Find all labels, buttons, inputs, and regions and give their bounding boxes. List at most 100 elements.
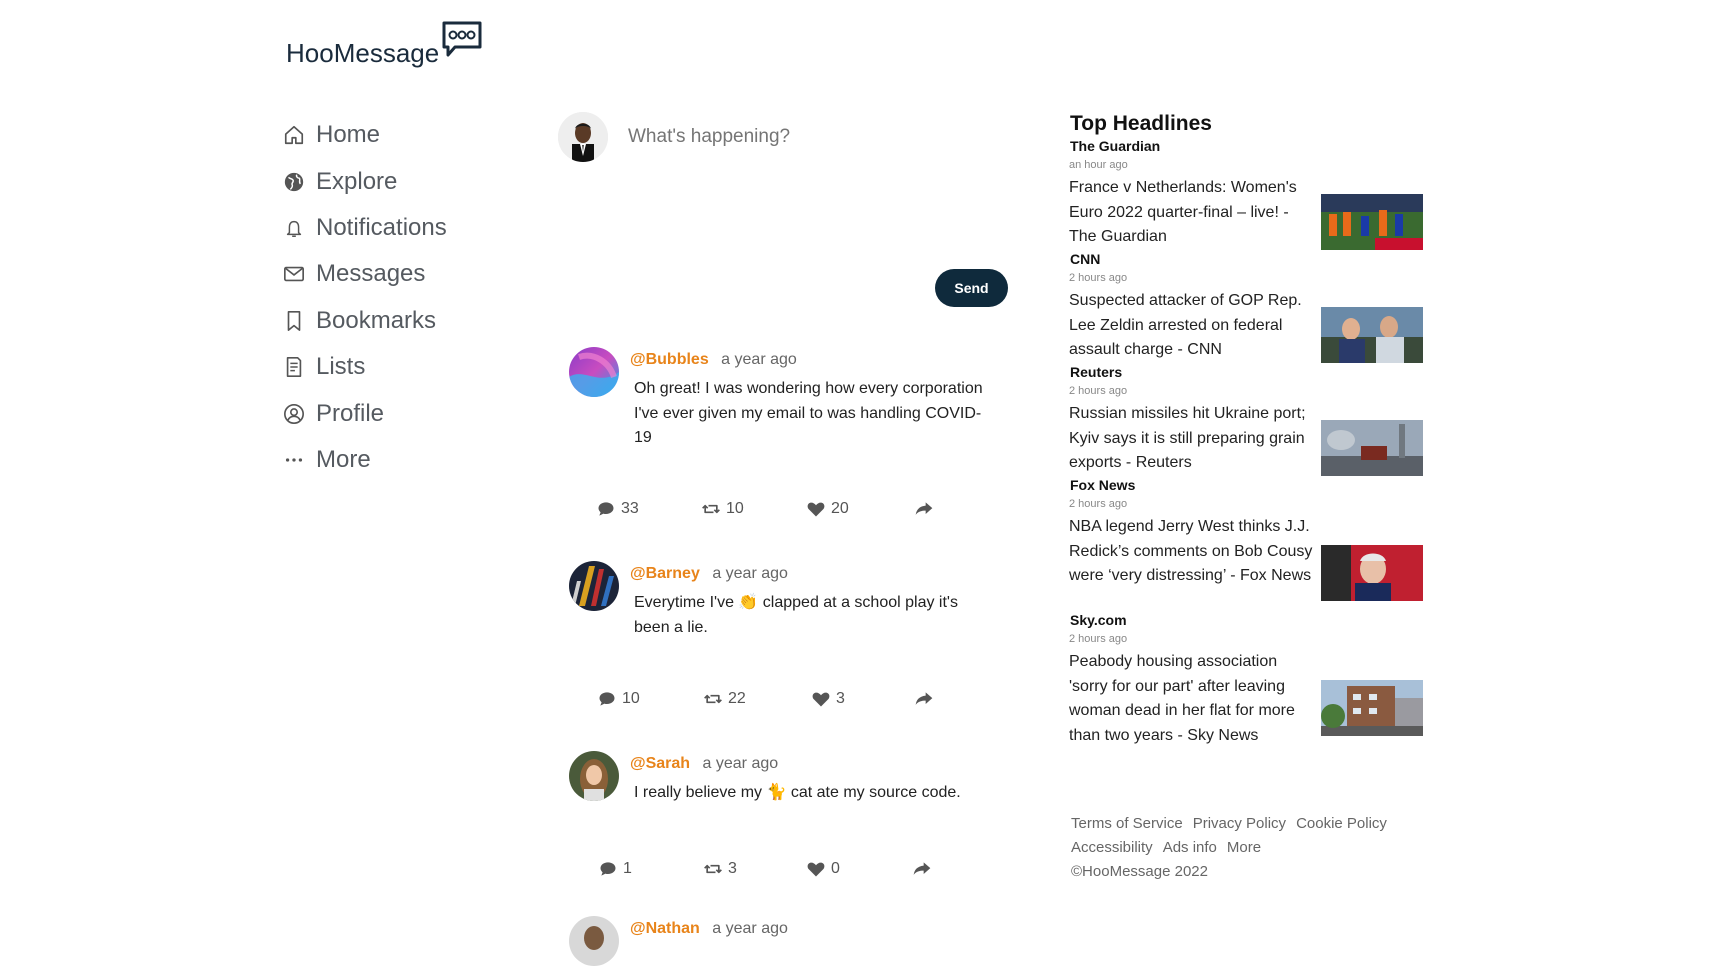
heart-icon xyxy=(807,502,825,517)
footer-links: Terms of Service Privacy Policy Cookie Pol… xyxy=(1071,812,1431,884)
nav-item-explore[interactable]: Explore xyxy=(282,158,447,204)
post-text-part: I really believe my xyxy=(634,784,767,801)
copyright: ©HooMessage 2022 xyxy=(1071,863,1208,880)
post-time: a year ago xyxy=(712,565,788,582)
footer-link-privacy[interactable]: Privacy Policy xyxy=(1193,815,1286,832)
share-button[interactable] xyxy=(914,689,939,709)
retweet-button[interactable]: 22 xyxy=(703,689,746,709)
news-headline[interactable]: Suspected attacker of GOP Rep. Lee Zeldi… xyxy=(1069,289,1314,363)
current-user-avatar xyxy=(558,112,608,162)
news-source: Sky.com xyxy=(1070,612,1127,628)
post-avatar[interactable] xyxy=(569,347,619,397)
ellipsis-icon xyxy=(282,448,306,472)
post-actions: 1 3 0 xyxy=(596,859,941,881)
comment-button[interactable]: 33 xyxy=(596,499,639,519)
post-avatar[interactable] xyxy=(569,751,619,801)
retweet-button[interactable]: 3 xyxy=(703,859,737,879)
post-card: @Barney a year ago Everytime I've 👏 clap… xyxy=(569,561,989,721)
news-headline[interactable]: Peabody housing association 'sorry for o… xyxy=(1069,650,1314,748)
news-headline[interactable]: NBA legend Jerry West thinks J.J. Redick… xyxy=(1069,515,1314,589)
nav-label: Explore xyxy=(316,167,398,195)
post-card: @Bubbles a year ago Oh great! I was wond… xyxy=(569,347,989,527)
footer-link-cookie[interactable]: Cookie Policy xyxy=(1296,815,1387,832)
nav-item-messages[interactable]: Messages xyxy=(282,251,447,297)
news-thumbnail[interactable] xyxy=(1321,194,1423,250)
heart-icon xyxy=(812,692,830,707)
post-handle[interactable]: @Barney xyxy=(630,565,700,582)
news-time: an hour ago xyxy=(1069,159,1128,171)
news-item[interactable]: CNN 2 hours ago Suspected attacker of GO… xyxy=(1069,251,1425,371)
news-item[interactable]: Reuters 2 hours ago Russian missiles hit… xyxy=(1069,364,1425,484)
post-card: @Nathan a year ago xyxy=(569,916,989,966)
sidebar-nav: Home Explore Notifications Messages Book… xyxy=(282,112,447,483)
nav-item-more[interactable]: More xyxy=(282,437,447,483)
comment-count: 33 xyxy=(621,500,639,517)
send-button[interactable]: Send xyxy=(935,269,1008,307)
headlines-title: Top Headlines xyxy=(1070,112,1212,135)
comment-icon xyxy=(599,692,615,706)
news-thumbnail[interactable] xyxy=(1321,545,1423,601)
envelope-icon xyxy=(282,262,306,286)
app-logo[interactable]: HooMessage xyxy=(286,20,483,70)
nav-label: More xyxy=(316,445,371,473)
news-time: 2 hours ago xyxy=(1069,498,1128,510)
nav-item-lists[interactable]: Lists xyxy=(282,344,447,390)
footer-link-accessibility[interactable]: Accessibility xyxy=(1071,839,1153,856)
post-text: Oh great! I was wondering how every corp… xyxy=(634,380,983,446)
like-count: 20 xyxy=(831,500,849,517)
share-button[interactable] xyxy=(914,499,939,519)
post-handle[interactable]: @Nathan xyxy=(630,920,700,937)
footer-link-more[interactable]: More xyxy=(1227,839,1261,856)
news-time: 2 hours ago xyxy=(1069,633,1128,645)
nav-item-notifications[interactable]: Notifications xyxy=(282,205,447,251)
news-thumbnail[interactable] xyxy=(1321,420,1423,476)
news-item[interactable]: The Guardian an hour ago France v Nether… xyxy=(1069,138,1425,258)
nav-label: Bookmarks xyxy=(316,306,437,334)
post-actions: 33 10 20 xyxy=(596,499,941,521)
share-icon xyxy=(915,692,933,705)
post-time: a year ago xyxy=(721,351,797,368)
post-handle[interactable]: @Bubbles xyxy=(630,351,709,368)
post-text-part: cat ate my source code. xyxy=(786,784,961,801)
post-actions: 10 22 3 xyxy=(596,689,941,711)
post-avatar[interactable] xyxy=(569,561,619,611)
share-icon xyxy=(913,862,931,875)
globe-icon xyxy=(282,170,306,194)
footer-link-terms[interactable]: Terms of Service xyxy=(1071,815,1183,832)
home-icon xyxy=(282,123,306,147)
nav-item-home[interactable]: Home xyxy=(282,112,447,158)
chat-bubble-logo-icon xyxy=(442,21,482,57)
like-count: 3 xyxy=(836,690,845,707)
news-source: The Guardian xyxy=(1070,138,1161,154)
nav-label: Notifications xyxy=(316,213,447,241)
nav-item-bookmarks[interactable]: Bookmarks xyxy=(282,298,447,344)
post-text-part: Everytime I've xyxy=(634,594,739,611)
news-time: 2 hours ago xyxy=(1069,272,1128,284)
comment-button[interactable]: 10 xyxy=(597,689,640,709)
news-time: 2 hours ago xyxy=(1069,385,1128,397)
news-headline[interactable]: Russian missiles hit Ukraine port; Kyiv … xyxy=(1069,402,1314,476)
compose-input[interactable] xyxy=(628,126,988,148)
news-headline[interactable]: France v Netherlands: Women's Euro 2022 … xyxy=(1069,176,1314,250)
like-button[interactable]: 20 xyxy=(806,499,849,519)
news-thumbnail[interactable] xyxy=(1321,307,1423,363)
like-button[interactable]: 3 xyxy=(811,689,845,709)
share-icon xyxy=(915,502,933,515)
news-thumbnail[interactable] xyxy=(1321,680,1423,736)
post-card: @Sarah a year ago I really believe my 🐈 … xyxy=(569,751,989,891)
post-avatar[interactable] xyxy=(569,916,619,966)
news-item[interactable]: Sky.com 2 hours ago Peabody housing asso… xyxy=(1069,612,1425,744)
like-button[interactable]: 0 xyxy=(806,859,840,879)
nav-item-profile[interactable]: Profile xyxy=(282,390,447,436)
share-button[interactable] xyxy=(912,859,937,879)
comment-count: 1 xyxy=(623,860,632,877)
retweet-button[interactable]: 10 xyxy=(701,499,744,519)
comment-button[interactable]: 1 xyxy=(598,859,632,879)
cat-emoji: 🐈 xyxy=(766,784,787,801)
news-item[interactable]: Fox News 2 hours ago NBA legend Jerry We… xyxy=(1069,477,1425,617)
footer-link-ads-info[interactable]: Ads info xyxy=(1163,839,1217,856)
like-count: 0 xyxy=(831,860,840,877)
post-handle[interactable]: @Sarah xyxy=(630,755,690,772)
retweet-icon xyxy=(704,864,722,874)
heart-icon xyxy=(807,862,825,877)
